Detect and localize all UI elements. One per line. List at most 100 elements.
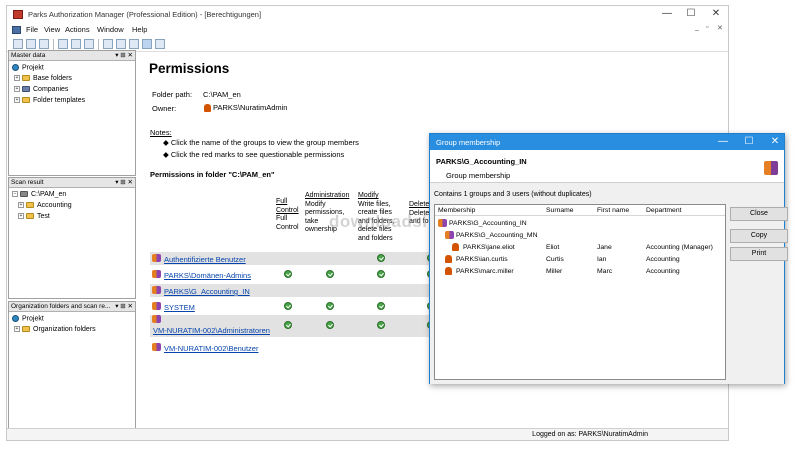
tree-item-projekt[interactable]: Projekt	[12, 315, 44, 322]
open-icon[interactable]	[26, 39, 36, 49]
check-icon	[326, 270, 334, 278]
save-icon[interactable]	[39, 39, 49, 49]
note-text: Click the name of the groups to view the…	[170, 138, 359, 147]
collapse-icon[interactable]: −	[12, 191, 18, 198]
permission-group-link[interactable]: VM-NURATIM-002\Benutzer	[164, 344, 258, 353]
new-icon[interactable]	[13, 39, 23, 49]
print-icon[interactable]	[84, 39, 94, 49]
mdi-minimize-button[interactable]: _	[695, 24, 699, 31]
filter-icon[interactable]	[116, 39, 126, 49]
tree-item-base-folders[interactable]: + Base folders	[14, 75, 72, 82]
membership-name: PARKS\G_Accounting_IN	[449, 220, 527, 227]
membership-surname: Curtis	[546, 256, 564, 263]
menu-help[interactable]: Help	[132, 25, 147, 34]
column-title: Control	[276, 206, 299, 214]
copy-button[interactable]: Copy	[730, 229, 788, 243]
folder-icon	[22, 326, 30, 333]
tree-icon[interactable]	[129, 39, 139, 49]
expand-icon[interactable]: +	[14, 326, 20, 333]
organization-panel: Organization folders and scan re... ▾ ⊞ …	[8, 301, 136, 429]
group-icon	[152, 302, 161, 310]
close-button[interactable]: Close	[730, 207, 788, 221]
expand-icon[interactable]: +	[18, 202, 24, 209]
panel-controls[interactable]: ▾ ⊞ ✕	[115, 302, 133, 311]
dialog-minimize-button[interactable]: —	[714, 136, 732, 147]
group-icon	[152, 286, 161, 294]
tree-label: Projekt	[22, 315, 44, 323]
folder-path-value: C:\PAM_en	[203, 90, 241, 99]
menu-actions[interactable]: Actions	[65, 25, 90, 34]
tree-item-test[interactable]: + Test	[18, 213, 50, 220]
col-membership[interactable]: Membership	[438, 207, 475, 214]
col-first-name[interactable]: First name	[597, 207, 629, 214]
menu-file[interactable]: File	[26, 25, 38, 34]
permission-row: VM-NURATIM-002\Administratoren	[150, 315, 450, 337]
membership-surname: Eliot	[546, 244, 560, 251]
panel-controls[interactable]: ▾ ⊞ ✕	[115, 51, 133, 60]
tree-item-projekt[interactable]: Projekt	[12, 64, 44, 71]
company-icon	[22, 86, 30, 93]
dialog-close-x-button[interactable]: ✕	[766, 136, 784, 147]
membership-summary: Contains 1 groups and 3 users (without d…	[434, 191, 592, 198]
membership-first: Jane	[597, 244, 612, 251]
permission-row: PARKS\G_Accounting_IN	[150, 284, 450, 297]
tree-item-accounting[interactable]: + Accounting	[18, 202, 72, 209]
group-icon	[152, 343, 161, 351]
status-bar: Logged on as: PARKS\NuratimAdmin	[7, 428, 728, 440]
expand-icon[interactable]: +	[14, 97, 20, 104]
window-icon[interactable]	[142, 39, 152, 49]
membership-row[interactable]: PARKS\marc.miller Miller Marc Accounting	[435, 266, 725, 277]
mdi-restore-button[interactable]: ▫	[706, 24, 708, 31]
user-icon	[204, 104, 211, 113]
membership-dept: Accounting	[646, 256, 680, 263]
permission-row: VM-NURATIM-002\Benutzer	[150, 341, 450, 354]
membership-row[interactable]: PARKS\ian.curtis Curtis Ian Accounting	[435, 254, 725, 265]
permission-group-link[interactable]: PARKS\G_Accounting_IN	[164, 287, 250, 296]
tree-item-companies[interactable]: + Companies	[14, 86, 68, 93]
membership-list[interactable]: Membership Surname First name Department…	[434, 204, 726, 380]
tree-item-drive[interactable]: − C:\PAM_en	[12, 191, 66, 198]
print-button[interactable]: Print	[730, 247, 788, 261]
owner-name: PARKS\NuratimAdmin	[213, 103, 288, 112]
column-description: and folders	[358, 234, 393, 242]
list-header: Membership Surname First name Department	[435, 205, 725, 216]
export-icon[interactable]	[155, 39, 165, 49]
group-icon	[152, 315, 161, 323]
tree-item-folder-templates[interactable]: + Folder templates	[14, 97, 85, 104]
tree-item-organization-folders[interactable]: + Organization folders	[14, 326, 96, 333]
expand-icon[interactable]: +	[14, 86, 20, 93]
toolbar-separator	[98, 39, 99, 50]
membership-row[interactable]: PARKS\jane.eliot Eliot Jane Accounting (Man…	[435, 242, 725, 253]
panel-controls[interactable]: ▾ ⊞ ✕	[115, 178, 133, 187]
membership-row[interactable]: PARKS\G_Accounting_MN	[435, 230, 725, 241]
panel-title: Organization folders and scan re...	[11, 303, 111, 310]
key-icon[interactable]	[103, 39, 113, 49]
dialog-header: PARKS\G_Accounting_IN Group membership	[430, 150, 784, 183]
menu-view[interactable]: View	[44, 25, 60, 34]
minimize-button[interactable]: —	[657, 8, 677, 20]
copy-icon[interactable]	[71, 39, 81, 49]
folder-icon	[22, 97, 30, 104]
tree-label: C:\PAM_en	[31, 191, 67, 198]
expand-icon[interactable]: +	[18, 213, 24, 220]
menu-window[interactable]: Window	[97, 25, 124, 34]
permission-group-link[interactable]: Authentifizierte Benutzer	[164, 255, 246, 264]
cut-icon[interactable]	[58, 39, 68, 49]
window-title: Parks Authorization Manager (Professiona…	[28, 10, 262, 19]
notes-label: Notes:	[150, 128, 172, 137]
close-button[interactable]: ✕	[706, 8, 726, 20]
maximize-button[interactable]: ☐	[681, 8, 701, 20]
col-surname[interactable]: Surname	[546, 207, 574, 214]
dialog-maximize-button[interactable]: ☐	[740, 136, 758, 147]
check-icon	[284, 302, 292, 310]
doc-icon[interactable]	[12, 26, 21, 34]
group-type: Group membership	[446, 171, 511, 180]
permission-group-link[interactable]: PARKS\Domänen-Admins	[164, 271, 251, 280]
expand-icon[interactable]: +	[14, 75, 20, 82]
permission-group-link[interactable]: VM-NURATIM-002\Administratoren	[153, 326, 270, 335]
mdi-close-button[interactable]: ✕	[717, 24, 723, 32]
col-department[interactable]: Department	[646, 207, 682, 214]
permission-group-link[interactable]: SYSTEM	[164, 303, 195, 312]
membership-row[interactable]: PARKS\G_Accounting_IN	[435, 218, 725, 229]
membership-first: Ian	[597, 256, 607, 263]
